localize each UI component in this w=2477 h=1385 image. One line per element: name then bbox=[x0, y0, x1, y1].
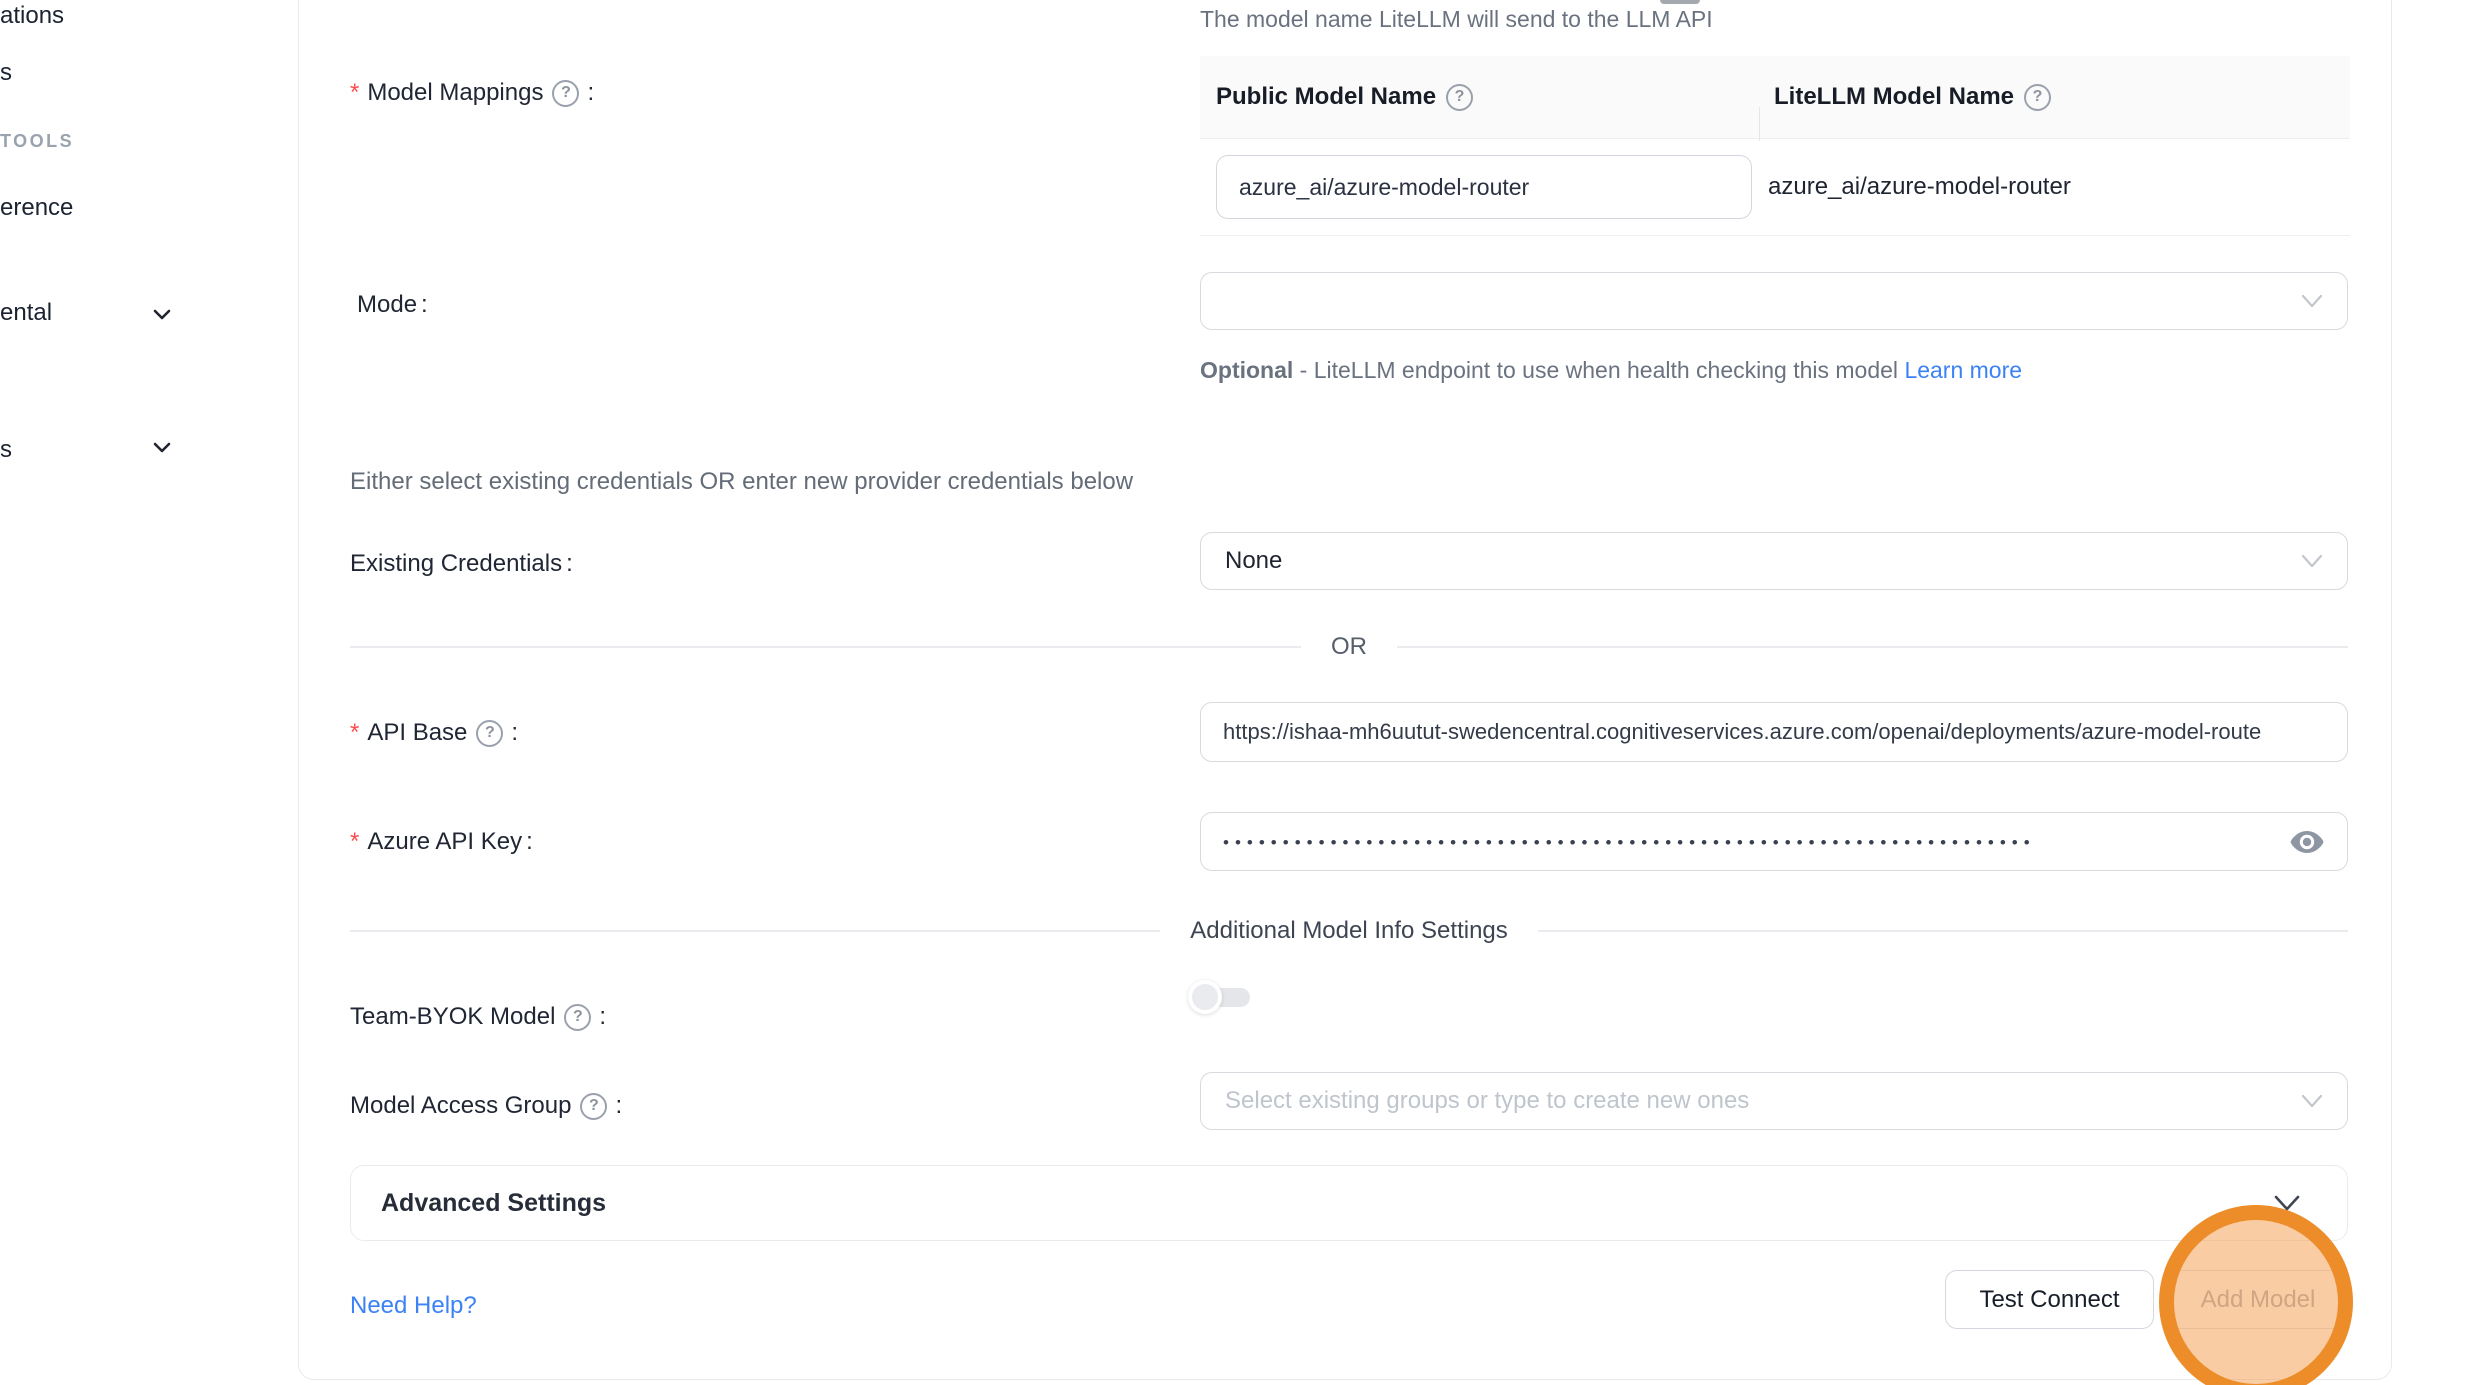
add-model-button[interactable]: Add Model bbox=[2166, 1270, 2350, 1329]
sidebar-item-experimental[interactable]: ental bbox=[0, 299, 52, 327]
model-mappings-table: Public Model Name ? LiteLLM Model Name ?… bbox=[1200, 56, 2350, 236]
team-byok-toggle[interactable] bbox=[1188, 980, 1252, 1014]
chevron-down-icon bbox=[2301, 1093, 2323, 1109]
help-circle-icon[interactable]: ? bbox=[476, 720, 503, 747]
public-model-name-input[interactable]: azure_ai/azure-model-router bbox=[1216, 155, 1752, 219]
azure-api-key-input[interactable]: ••••••••••••••••••••••••••••••••••••••••… bbox=[1200, 812, 2348, 871]
sidebar-section-tools: TOOLS bbox=[0, 131, 74, 152]
mode-label: Mode : bbox=[357, 288, 428, 322]
mode-select[interactable] bbox=[1200, 272, 2348, 330]
masked-password-dots: ••••••••••••••••••••••••••••••••••••••••… bbox=[1223, 833, 2036, 853]
table-row: azure_ai/azure-model-router azure_ai/azu… bbox=[1200, 139, 2350, 236]
model-access-group-label: Model Access Group ? : bbox=[350, 1089, 622, 1123]
existing-credentials-label: Existing Credentials : bbox=[350, 547, 573, 581]
help-circle-icon[interactable]: ? bbox=[552, 80, 579, 107]
required-asterisk: * bbox=[350, 830, 359, 854]
need-help-link[interactable]: Need Help? bbox=[350, 1292, 477, 1320]
credentials-note: Either select existing credentials OR en… bbox=[350, 468, 1133, 496]
chevron-down-icon bbox=[149, 434, 175, 460]
chevron-down-icon bbox=[149, 301, 175, 327]
sidebar-item-organizations[interactable]: ations bbox=[0, 2, 64, 30]
api-base-label: * API Base ? : bbox=[350, 716, 518, 750]
column-header-litellm-model-name: LiteLLM Model Name ? bbox=[1760, 83, 2051, 111]
column-header-public-model-name: Public Model Name ? bbox=[1200, 83, 1760, 111]
advanced-settings-header[interactable]: Advanced Settings bbox=[350, 1165, 2348, 1241]
api-base-input[interactable]: https://ishaa-mh6uutut-swedencentral.cog… bbox=[1200, 702, 2348, 762]
test-connect-button[interactable]: Test Connect bbox=[1945, 1270, 2154, 1329]
add-model-page: ations s TOOLS erence ental s The model … bbox=[0, 0, 2477, 1385]
sidebar-item-inference[interactable]: erence bbox=[0, 194, 73, 222]
help-circle-icon[interactable]: ? bbox=[564, 1004, 591, 1031]
mode-helper-text: Optional - LiteLLM endpoint to use when … bbox=[1200, 350, 2035, 390]
chevron-down-icon bbox=[2301, 293, 2323, 309]
required-asterisk: * bbox=[350, 721, 359, 745]
chevron-down-icon bbox=[2301, 553, 2323, 569]
toggle-knob bbox=[1188, 980, 1222, 1014]
help-circle-icon[interactable]: ? bbox=[1446, 84, 1473, 111]
azure-api-key-label: * Azure API Key : bbox=[350, 825, 533, 859]
model-name-helper-text: The model name LiteLLM will send to the … bbox=[1200, 2, 1713, 36]
table-header-row: Public Model Name ? LiteLLM Model Name ? bbox=[1200, 56, 2350, 139]
team-byok-label: Team-BYOK Model ? : bbox=[350, 1000, 606, 1034]
eye-icon[interactable] bbox=[2289, 829, 2325, 855]
litellm-model-name-value: azure_ai/azure-model-router bbox=[1752, 173, 2071, 201]
help-circle-icon[interactable]: ? bbox=[580, 1093, 607, 1120]
model-access-group-select[interactable]: Select existing groups or type to create… bbox=[1200, 1072, 2348, 1130]
or-divider: OR bbox=[350, 633, 2348, 661]
model-mappings-label: * Model Mappings ? : bbox=[350, 76, 594, 110]
sidebar-item-settings[interactable]: s bbox=[0, 436, 12, 464]
sidebar-item[interactable]: s bbox=[0, 59, 12, 87]
learn-more-link[interactable]: Learn more bbox=[1904, 357, 2022, 383]
required-asterisk: * bbox=[350, 81, 359, 105]
existing-credentials-select[interactable]: None bbox=[1200, 532, 2348, 590]
chevron-down-icon bbox=[2273, 1193, 2301, 1213]
additional-settings-divider: Additional Model Info Settings bbox=[350, 917, 2348, 945]
help-circle-icon[interactable]: ? bbox=[2024, 84, 2051, 111]
